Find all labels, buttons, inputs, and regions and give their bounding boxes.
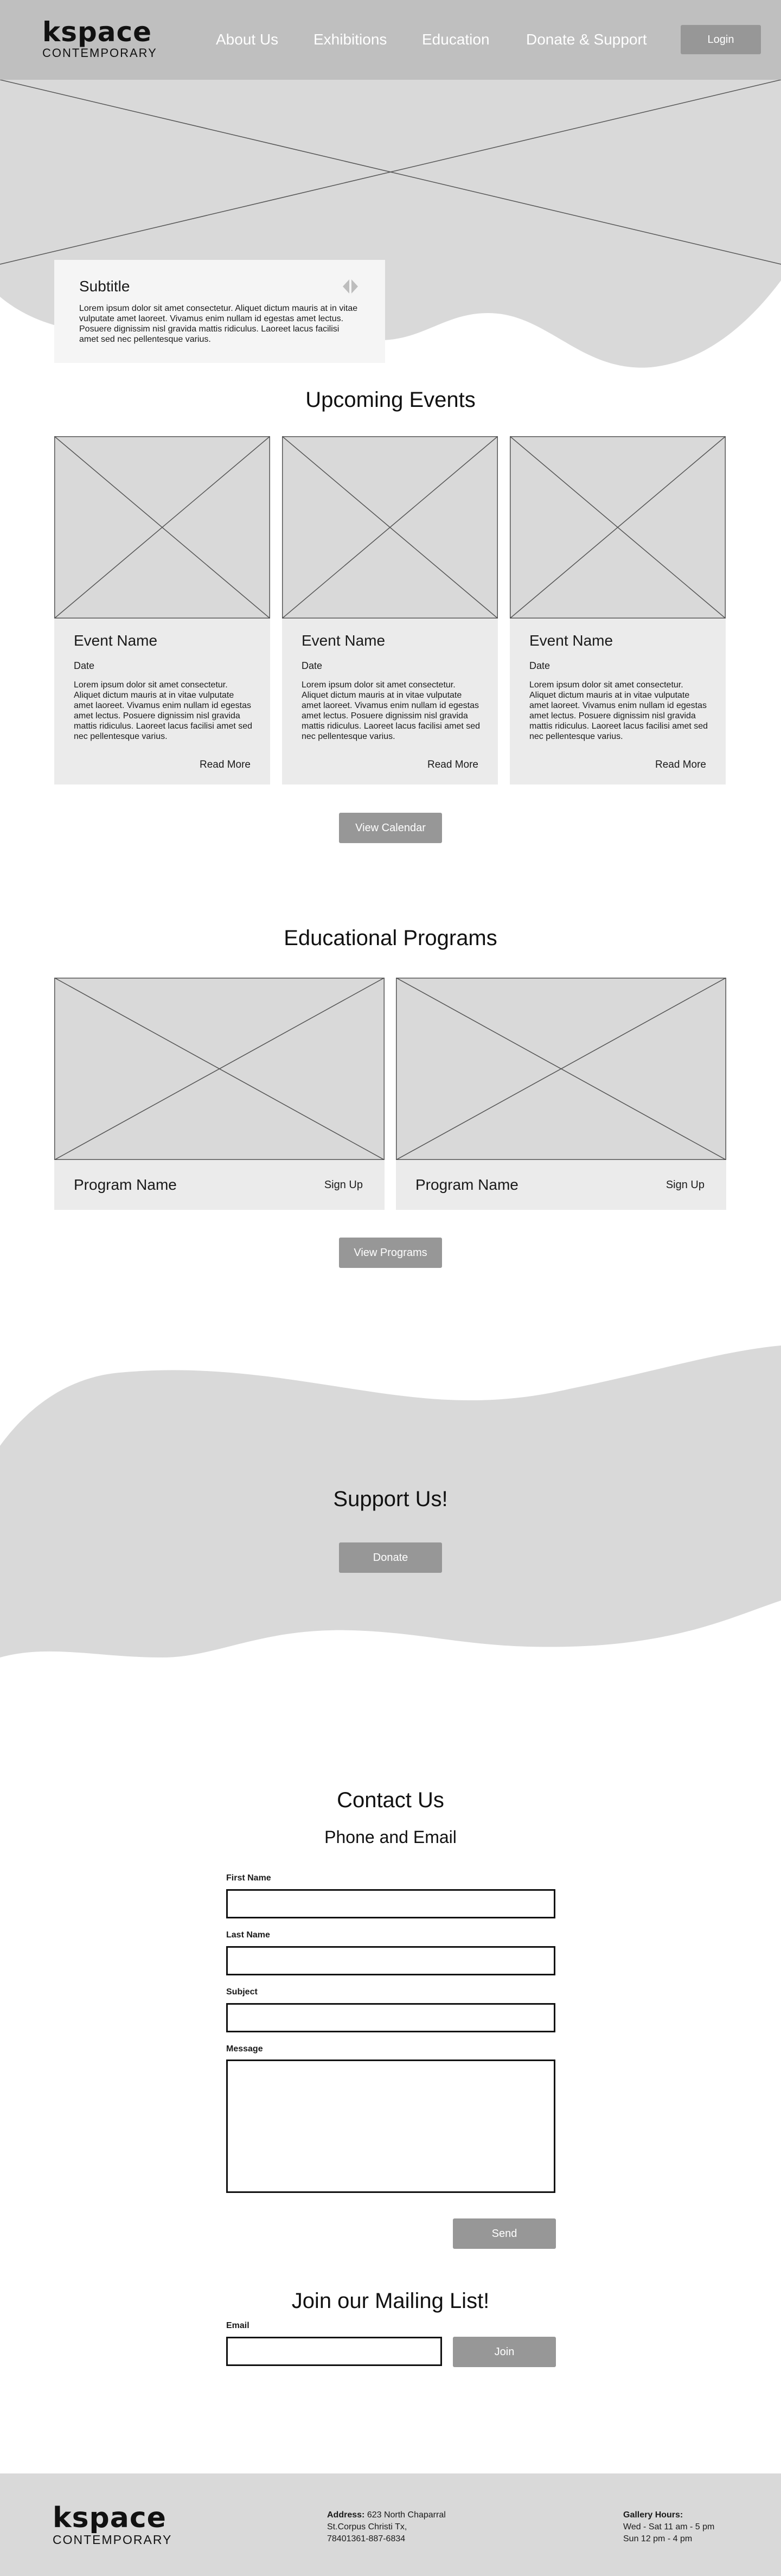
address-line-2: St.Corpus Christi Tx, bbox=[327, 2522, 407, 2532]
message-field[interactable] bbox=[226, 2059, 555, 2193]
site-header: kspace CONTEMPORARY About Us Exhibitions… bbox=[0, 0, 781, 80]
read-more-link[interactable]: Read More bbox=[427, 758, 478, 771]
event-card: Event Name Date Lorem ipsum dolor sit am… bbox=[282, 436, 498, 785]
read-more-link[interactable]: Read More bbox=[200, 758, 251, 771]
hero-text: Lorem ipsum dolor sit amet consectetur. … bbox=[79, 304, 358, 344]
view-calendar-button[interactable]: View Calendar bbox=[339, 813, 442, 843]
footer-address: Address: 623 North Chaparral St.Corpus C… bbox=[327, 2509, 446, 2545]
login-button[interactable]: Login bbox=[681, 25, 761, 54]
address-label: Address: bbox=[327, 2510, 365, 2520]
footer-logo-wordmark: kspace bbox=[53, 2502, 167, 2534]
carousel-controls bbox=[343, 279, 358, 294]
email-label: Email bbox=[226, 2321, 249, 2330]
read-more-link[interactable]: Read More bbox=[655, 758, 706, 771]
support-title: Support Us! bbox=[333, 1487, 448, 1511]
hero-banner: Subtitle Lorem ipsum dolor sit amet cons… bbox=[0, 80, 781, 378]
address-line-3: 78401361-887-6834 bbox=[327, 2534, 406, 2543]
hours-line-1: Wed - Sat 11 am - 5 pm bbox=[623, 2522, 715, 2532]
join-button[interactable]: Join bbox=[453, 2337, 556, 2367]
program-card: Program Name Sign Up bbox=[396, 978, 726, 1210]
programs-title: Educational Programs bbox=[284, 926, 497, 950]
program-name: Program Name bbox=[415, 1176, 518, 1193]
footer-logo-tagline: CONTEMPORARY bbox=[53, 2533, 172, 2547]
last-name-field[interactable] bbox=[226, 1946, 555, 1975]
hours-line-2: Sun 12 pm - 4 pm bbox=[623, 2534, 693, 2543]
event-card: Event Name Date Lorem ipsum dolor sit am… bbox=[54, 436, 270, 785]
first-name-field[interactable] bbox=[226, 1889, 555, 1918]
event-card: Event Name Date Lorem ipsum dolor sit am… bbox=[510, 436, 726, 785]
nav-donate-support[interactable]: Donate & Support bbox=[526, 30, 647, 49]
event-image-placeholder bbox=[282, 436, 498, 619]
footer-logo[interactable]: kspace CONTEMPORARY bbox=[53, 2504, 172, 2546]
subject-label: Subject bbox=[226, 1987, 258, 1997]
footer-hours: Gallery Hours: Wed - Sat 11 am - 5 pm Su… bbox=[623, 2509, 714, 2545]
donate-button[interactable]: Donate bbox=[339, 1542, 442, 1573]
event-image-placeholder bbox=[54, 436, 270, 619]
event-date: Date bbox=[302, 660, 323, 671]
view-programs-button[interactable]: View Programs bbox=[339, 1238, 442, 1268]
contact-title: Contact Us bbox=[337, 1788, 444, 1812]
event-description: Lorem ipsum dolor sit amet consectetur. … bbox=[74, 680, 253, 741]
wave-shape bbox=[0, 1346, 781, 1657]
hours-label: Gallery Hours: bbox=[623, 2510, 683, 2520]
event-name: Event Name bbox=[74, 632, 158, 649]
program-image-placeholder bbox=[396, 978, 726, 1160]
support-section-background bbox=[0, 1340, 781, 1698]
message-label: Message bbox=[226, 2044, 263, 2054]
address-line-1: 623 North Chaparral bbox=[367, 2510, 446, 2520]
first-name-label: First Name bbox=[226, 1873, 271, 1883]
arrow-right-icon[interactable] bbox=[351, 279, 358, 294]
event-date: Date bbox=[74, 660, 95, 671]
main-nav: About Us Exhibitions Education Donate & … bbox=[0, 30, 781, 52]
nav-about-us[interactable]: About Us bbox=[216, 30, 278, 49]
nav-education[interactable]: Education bbox=[422, 30, 490, 49]
email-field[interactable] bbox=[226, 2337, 442, 2366]
sign-up-link[interactable]: Sign Up bbox=[324, 1178, 363, 1191]
event-date: Date bbox=[529, 660, 550, 671]
event-description: Lorem ipsum dolor sit amet consectetur. … bbox=[302, 680, 481, 741]
events-title: Upcoming Events bbox=[305, 388, 476, 412]
subject-field[interactable] bbox=[226, 2003, 555, 2032]
event-description: Lorem ipsum dolor sit amet consectetur. … bbox=[529, 680, 708, 741]
program-name: Program Name bbox=[74, 1176, 177, 1193]
program-image-placeholder bbox=[54, 978, 385, 1160]
site-footer: kspace CONTEMPORARY Address: 623 North C… bbox=[0, 2473, 781, 2576]
sign-up-link[interactable]: Sign Up bbox=[666, 1178, 705, 1191]
event-image-placeholder bbox=[510, 436, 726, 619]
nav-exhibitions[interactable]: Exhibitions bbox=[313, 30, 387, 49]
arrow-left-icon[interactable] bbox=[343, 279, 349, 294]
mailing-title: Join our Mailing List! bbox=[291, 2289, 490, 2313]
contact-subtitle: Phone and Email bbox=[324, 1827, 457, 1847]
program-card: Program Name Sign Up bbox=[54, 978, 385, 1210]
last-name-label: Last Name bbox=[226, 1930, 270, 1940]
event-name: Event Name bbox=[529, 632, 613, 649]
hero-subtitle: Subtitle bbox=[79, 278, 130, 295]
event-name: Event Name bbox=[302, 632, 386, 649]
send-button[interactable]: Send bbox=[453, 2218, 556, 2249]
hero-caption-card: Subtitle Lorem ipsum dolor sit amet cons… bbox=[54, 260, 385, 363]
